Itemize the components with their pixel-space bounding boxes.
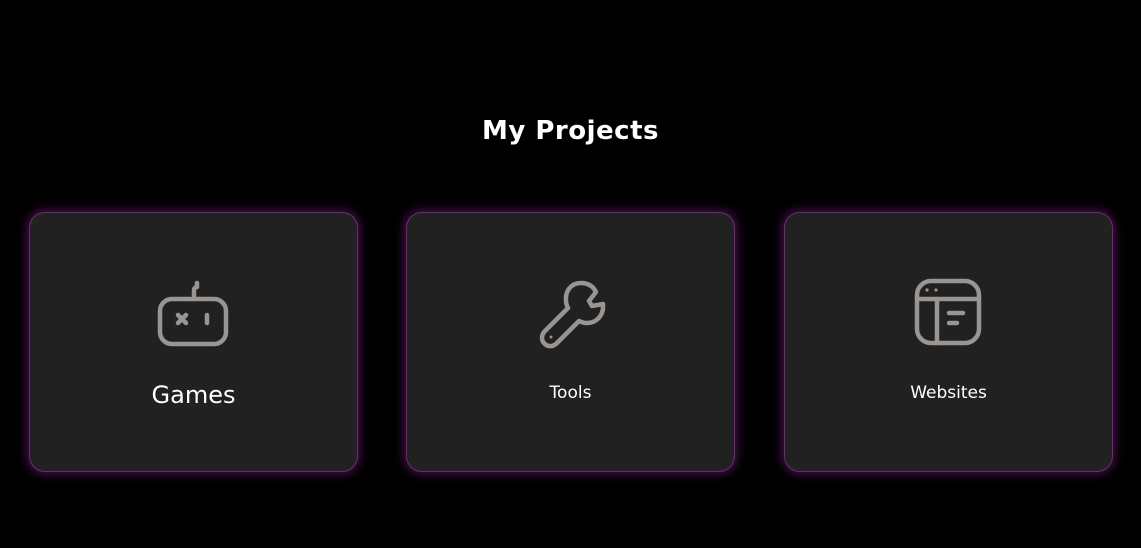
card-label-tools: Tools — [549, 383, 592, 403]
websites-card[interactable]: Websites — [784, 212, 1113, 472]
projects-page: My Projects Games Tools Websites — [0, 0, 1141, 548]
project-cards: Games Tools Websites — [29, 212, 1114, 474]
card-label-games: Games — [151, 381, 236, 409]
card-label-websites: Websites — [910, 383, 987, 403]
tools-card[interactable]: Tools — [406, 212, 735, 472]
games-card[interactable]: Games — [29, 212, 358, 472]
wrench-icon — [533, 275, 609, 351]
robot-game-icon — [156, 275, 232, 351]
page-title: My Projects — [482, 116, 659, 146]
browser-layout-icon — [911, 275, 987, 351]
